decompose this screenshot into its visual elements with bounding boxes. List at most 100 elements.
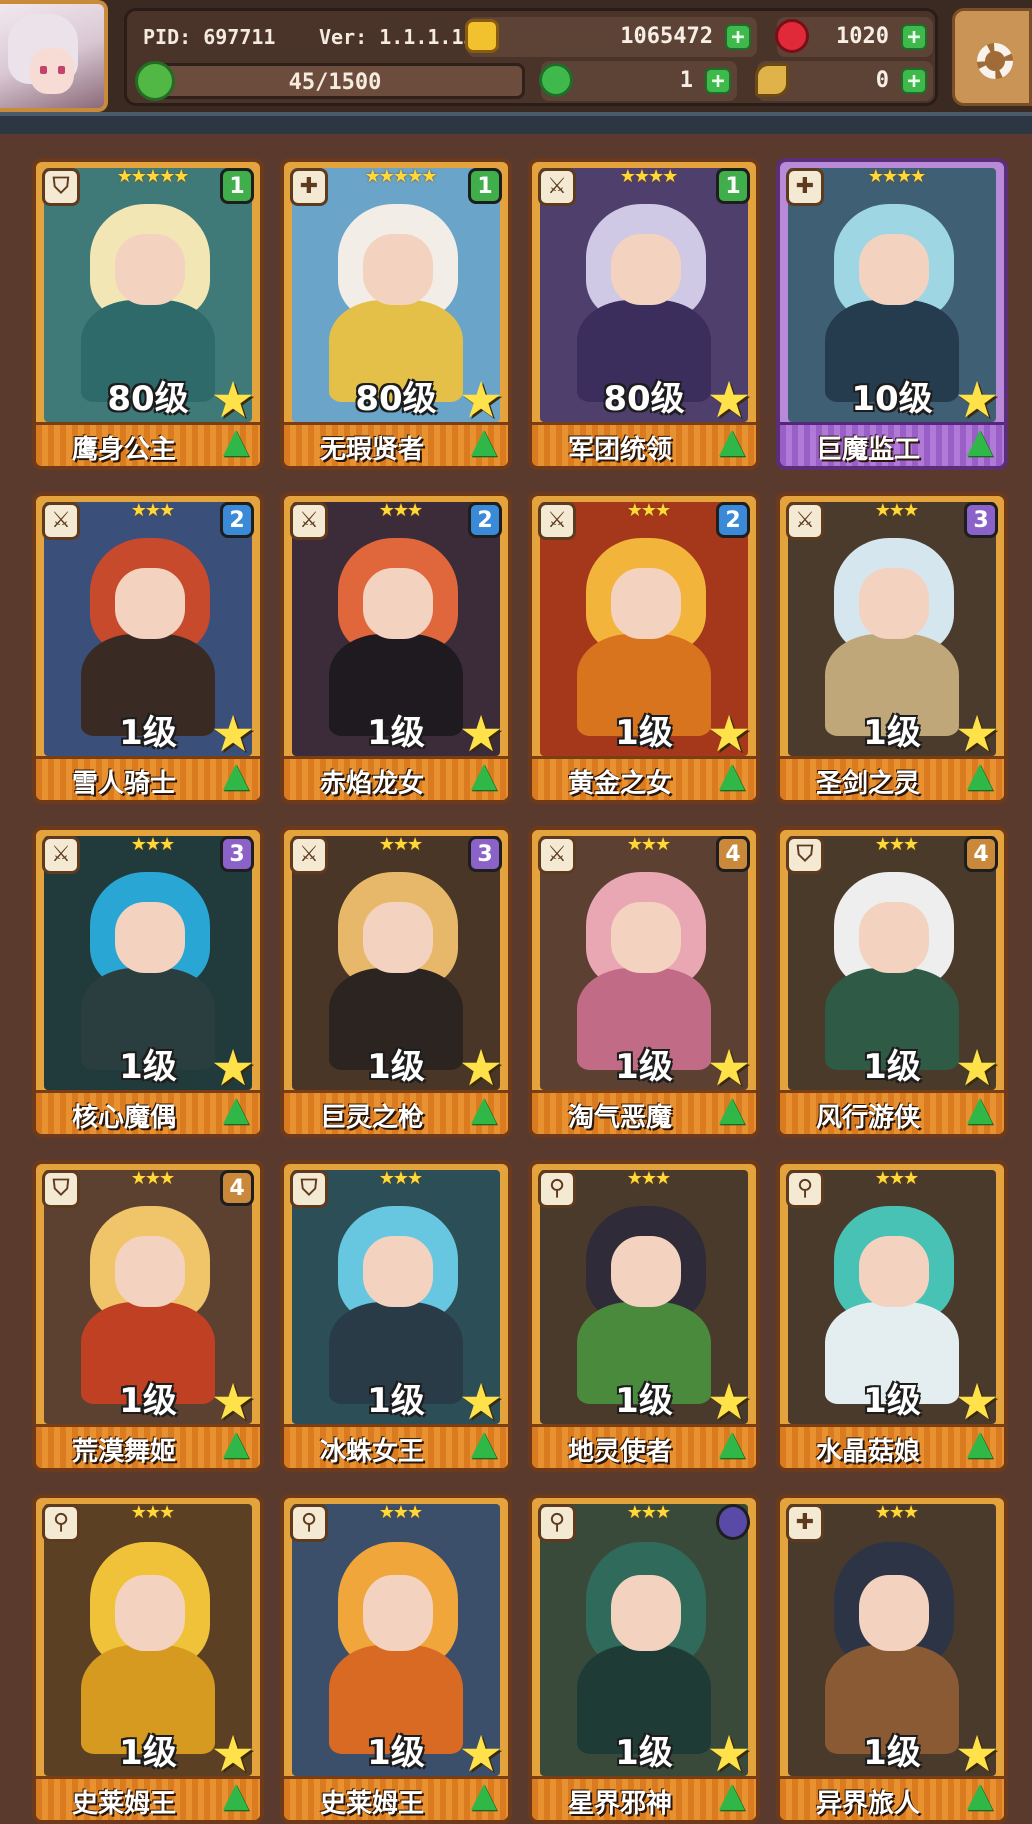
hero-name: 星界邪神: [567, 1789, 672, 1819]
star-up-button[interactable]: ★: [704, 1729, 754, 1780]
hero-name: 巨灵之枪: [319, 1103, 424, 1133]
gem-counter: 1020 +: [775, 17, 933, 57]
level-up-button[interactable]: ▲: [214, 1090, 258, 1134]
level-up-button[interactable]: ▲: [214, 1776, 258, 1820]
hero-name: 异界旅人: [815, 1789, 920, 1819]
level-up-button[interactable]: ▲: [462, 1776, 506, 1820]
level-up-button[interactable]: ▲: [710, 1424, 754, 1468]
hero-card[interactable]: ⚔ ★★★★ 1 80级 ★ 军团统领 ▲: [528, 158, 760, 470]
star-up-button[interactable]: ★: [456, 375, 506, 426]
hero-card[interactable]: ⛉ ★★★ 1级 ★ 冰蛛女王 ▲: [280, 1160, 512, 1472]
settings-button[interactable]: [952, 8, 1032, 106]
level-up-button[interactable]: ▲: [462, 1424, 506, 1468]
add-clover-button[interactable]: +: [705, 68, 731, 94]
level-up-button[interactable]: ▲: [958, 1424, 1002, 1468]
hero-card[interactable]: ⚔ ★★★ 2 1级 ★ 雪人骑士 ▲: [32, 492, 264, 804]
staff-icon: ⚲: [42, 1504, 80, 1542]
star-up-button[interactable]: ★: [456, 1729, 506, 1780]
level-up-button[interactable]: ▲: [462, 1090, 506, 1134]
clover-counter: 1 +: [539, 61, 737, 101]
hero-card[interactable]: ⛉ ★★★ 4 1级 ★ 荒漠舞姬 ▲: [32, 1160, 264, 1472]
star-up-button[interactable]: ★: [704, 375, 754, 426]
level-up-button[interactable]: ▲: [958, 422, 1002, 466]
level-up-button[interactable]: ▲: [214, 1424, 258, 1468]
shield-icon: ⛉: [42, 168, 80, 206]
hero-face: [610, 234, 682, 306]
hero-card[interactable]: ✚ ★★★ 1级 ★ 异界旅人 ▲: [776, 1494, 1008, 1824]
star-up-button[interactable]: ★: [704, 1377, 754, 1428]
star-up-button[interactable]: ★: [952, 1377, 1002, 1428]
hero-card[interactable]: ⚲ ★★★ 1级 ★ 史莱姆王 ▲: [32, 1494, 264, 1824]
add-item-button[interactable]: +: [901, 68, 927, 94]
hero-card[interactable]: ⚔ ★★★ 2 1级 ★ 赤焰龙女 ▲: [280, 492, 512, 804]
level-up-button[interactable]: ▲: [958, 1090, 1002, 1134]
star-up-button[interactable]: ★: [704, 1043, 754, 1094]
shield-icon: ⛉: [786, 836, 824, 874]
hero-card[interactable]: ⚔ ★★★ 3 1级 ★ 核心魔偶 ▲: [32, 826, 264, 1138]
level-up-button[interactable]: ▲: [214, 756, 258, 800]
level-up-button[interactable]: ▲: [214, 422, 258, 466]
rank-badge: 4: [964, 836, 998, 872]
header-divider: [0, 112, 1032, 134]
hero-card[interactable]: ⛉ ★★★★★ 1 80级 ★ 鹰身公主 ▲: [32, 158, 264, 470]
star-up-button[interactable]: ★: [704, 709, 754, 760]
name-bar: 军团统领 ▲: [532, 422, 756, 466]
star-up-button[interactable]: ★: [456, 1377, 506, 1428]
level-up-button[interactable]: ▲: [710, 756, 754, 800]
star-up-button[interactable]: ★: [456, 709, 506, 760]
star-up-button[interactable]: ★: [208, 709, 258, 760]
hero-card[interactable]: ⚲ ★★★ 1级 ★ 星界邪神 ▲: [528, 1494, 760, 1824]
player-avatar[interactable]: [0, 0, 108, 112]
cross-icon: ✚: [290, 168, 328, 206]
hero-card[interactable]: ⚔ ★★★ 3 1级 ★ 巨灵之枪 ▲: [280, 826, 512, 1138]
add-gold-button[interactable]: +: [725, 24, 751, 50]
level-up-button[interactable]: ▲: [710, 1776, 754, 1820]
sword-icon: ⚔: [42, 836, 80, 874]
hero-card[interactable]: ⛉ ★★★ 4 1级 ★ 风行游侠 ▲: [776, 826, 1008, 1138]
rank-badge: 1: [716, 168, 750, 204]
star-up-button[interactable]: ★: [952, 1043, 1002, 1094]
level-up-button[interactable]: ▲: [958, 1776, 1002, 1820]
stamina-text: 45/1500: [288, 70, 382, 95]
star-up-button[interactable]: ★: [456, 1043, 506, 1094]
shield-icon: ⛉: [42, 1170, 80, 1208]
level-up-button[interactable]: ▲: [710, 422, 754, 466]
level-up-button[interactable]: ▲: [462, 422, 506, 466]
name-bar: 史莱姆王 ▲: [284, 1776, 508, 1820]
hero-card[interactable]: ⚲ ★★★ 1级 ★ 地灵使者 ▲: [528, 1160, 760, 1472]
hero-card[interactable]: ⚔ ★★★ 3 1级 ★ 圣剑之灵 ▲: [776, 492, 1008, 804]
add-gem-button[interactable]: +: [901, 24, 927, 50]
hero-face: [858, 568, 930, 640]
name-bar: 雪人骑士 ▲: [36, 756, 260, 800]
star-up-button[interactable]: ★: [208, 375, 258, 426]
star-up-button[interactable]: ★: [952, 709, 1002, 760]
hero-card[interactable]: ✚ ★★★★ 10级 ★ 巨魔监工 ▲: [776, 158, 1008, 470]
star-up-button[interactable]: ★: [208, 1729, 258, 1780]
item-value: 0: [875, 68, 889, 93]
hero-name: 淘气恶魔: [567, 1103, 672, 1133]
hero-card[interactable]: ⚲ ★★★ 1级 ★ 史莱姆王 ▲: [280, 1494, 512, 1824]
level-up-button[interactable]: ▲: [958, 756, 1002, 800]
hero-name: 军团统领: [567, 435, 672, 465]
star-up-button[interactable]: ★: [952, 1729, 1002, 1780]
rank-badge: 2: [716, 502, 750, 538]
rank-badge: 2: [220, 502, 254, 538]
info-row-bottom: 45/1500 1 + 0 +: [135, 61, 933, 101]
level-up-button[interactable]: ▲: [710, 1090, 754, 1134]
hero-card[interactable]: ⚲ ★★★ 1级 ★ 水晶菇娘 ▲: [776, 1160, 1008, 1472]
name-bar: 风行游侠 ▲: [780, 1090, 1004, 1134]
hero-face: [114, 568, 186, 640]
hero-face: [858, 1574, 930, 1651]
star-rating: ★★★★: [867, 166, 927, 187]
name-bar: 鹰身公主 ▲: [36, 422, 260, 466]
star-up-button[interactable]: ★: [952, 375, 1002, 426]
hero-card[interactable]: ⚔ ★★★ 4 1级 ★ 淘气恶魔 ▲: [528, 826, 760, 1138]
hero-card[interactable]: ✚ ★★★★★ 1 80级 ★ 无瑕贤者 ▲: [280, 158, 512, 470]
star-up-button[interactable]: ★: [208, 1377, 258, 1428]
star-up-button[interactable]: ★: [208, 1043, 258, 1094]
hero-face: [114, 234, 186, 306]
level-up-button[interactable]: ▲: [462, 756, 506, 800]
hero-name: 圣剑之灵: [815, 769, 920, 799]
staff-icon: ⚲: [538, 1504, 576, 1542]
hero-card[interactable]: ⚔ ★★★ 2 1级 ★ 黄金之女 ▲: [528, 492, 760, 804]
